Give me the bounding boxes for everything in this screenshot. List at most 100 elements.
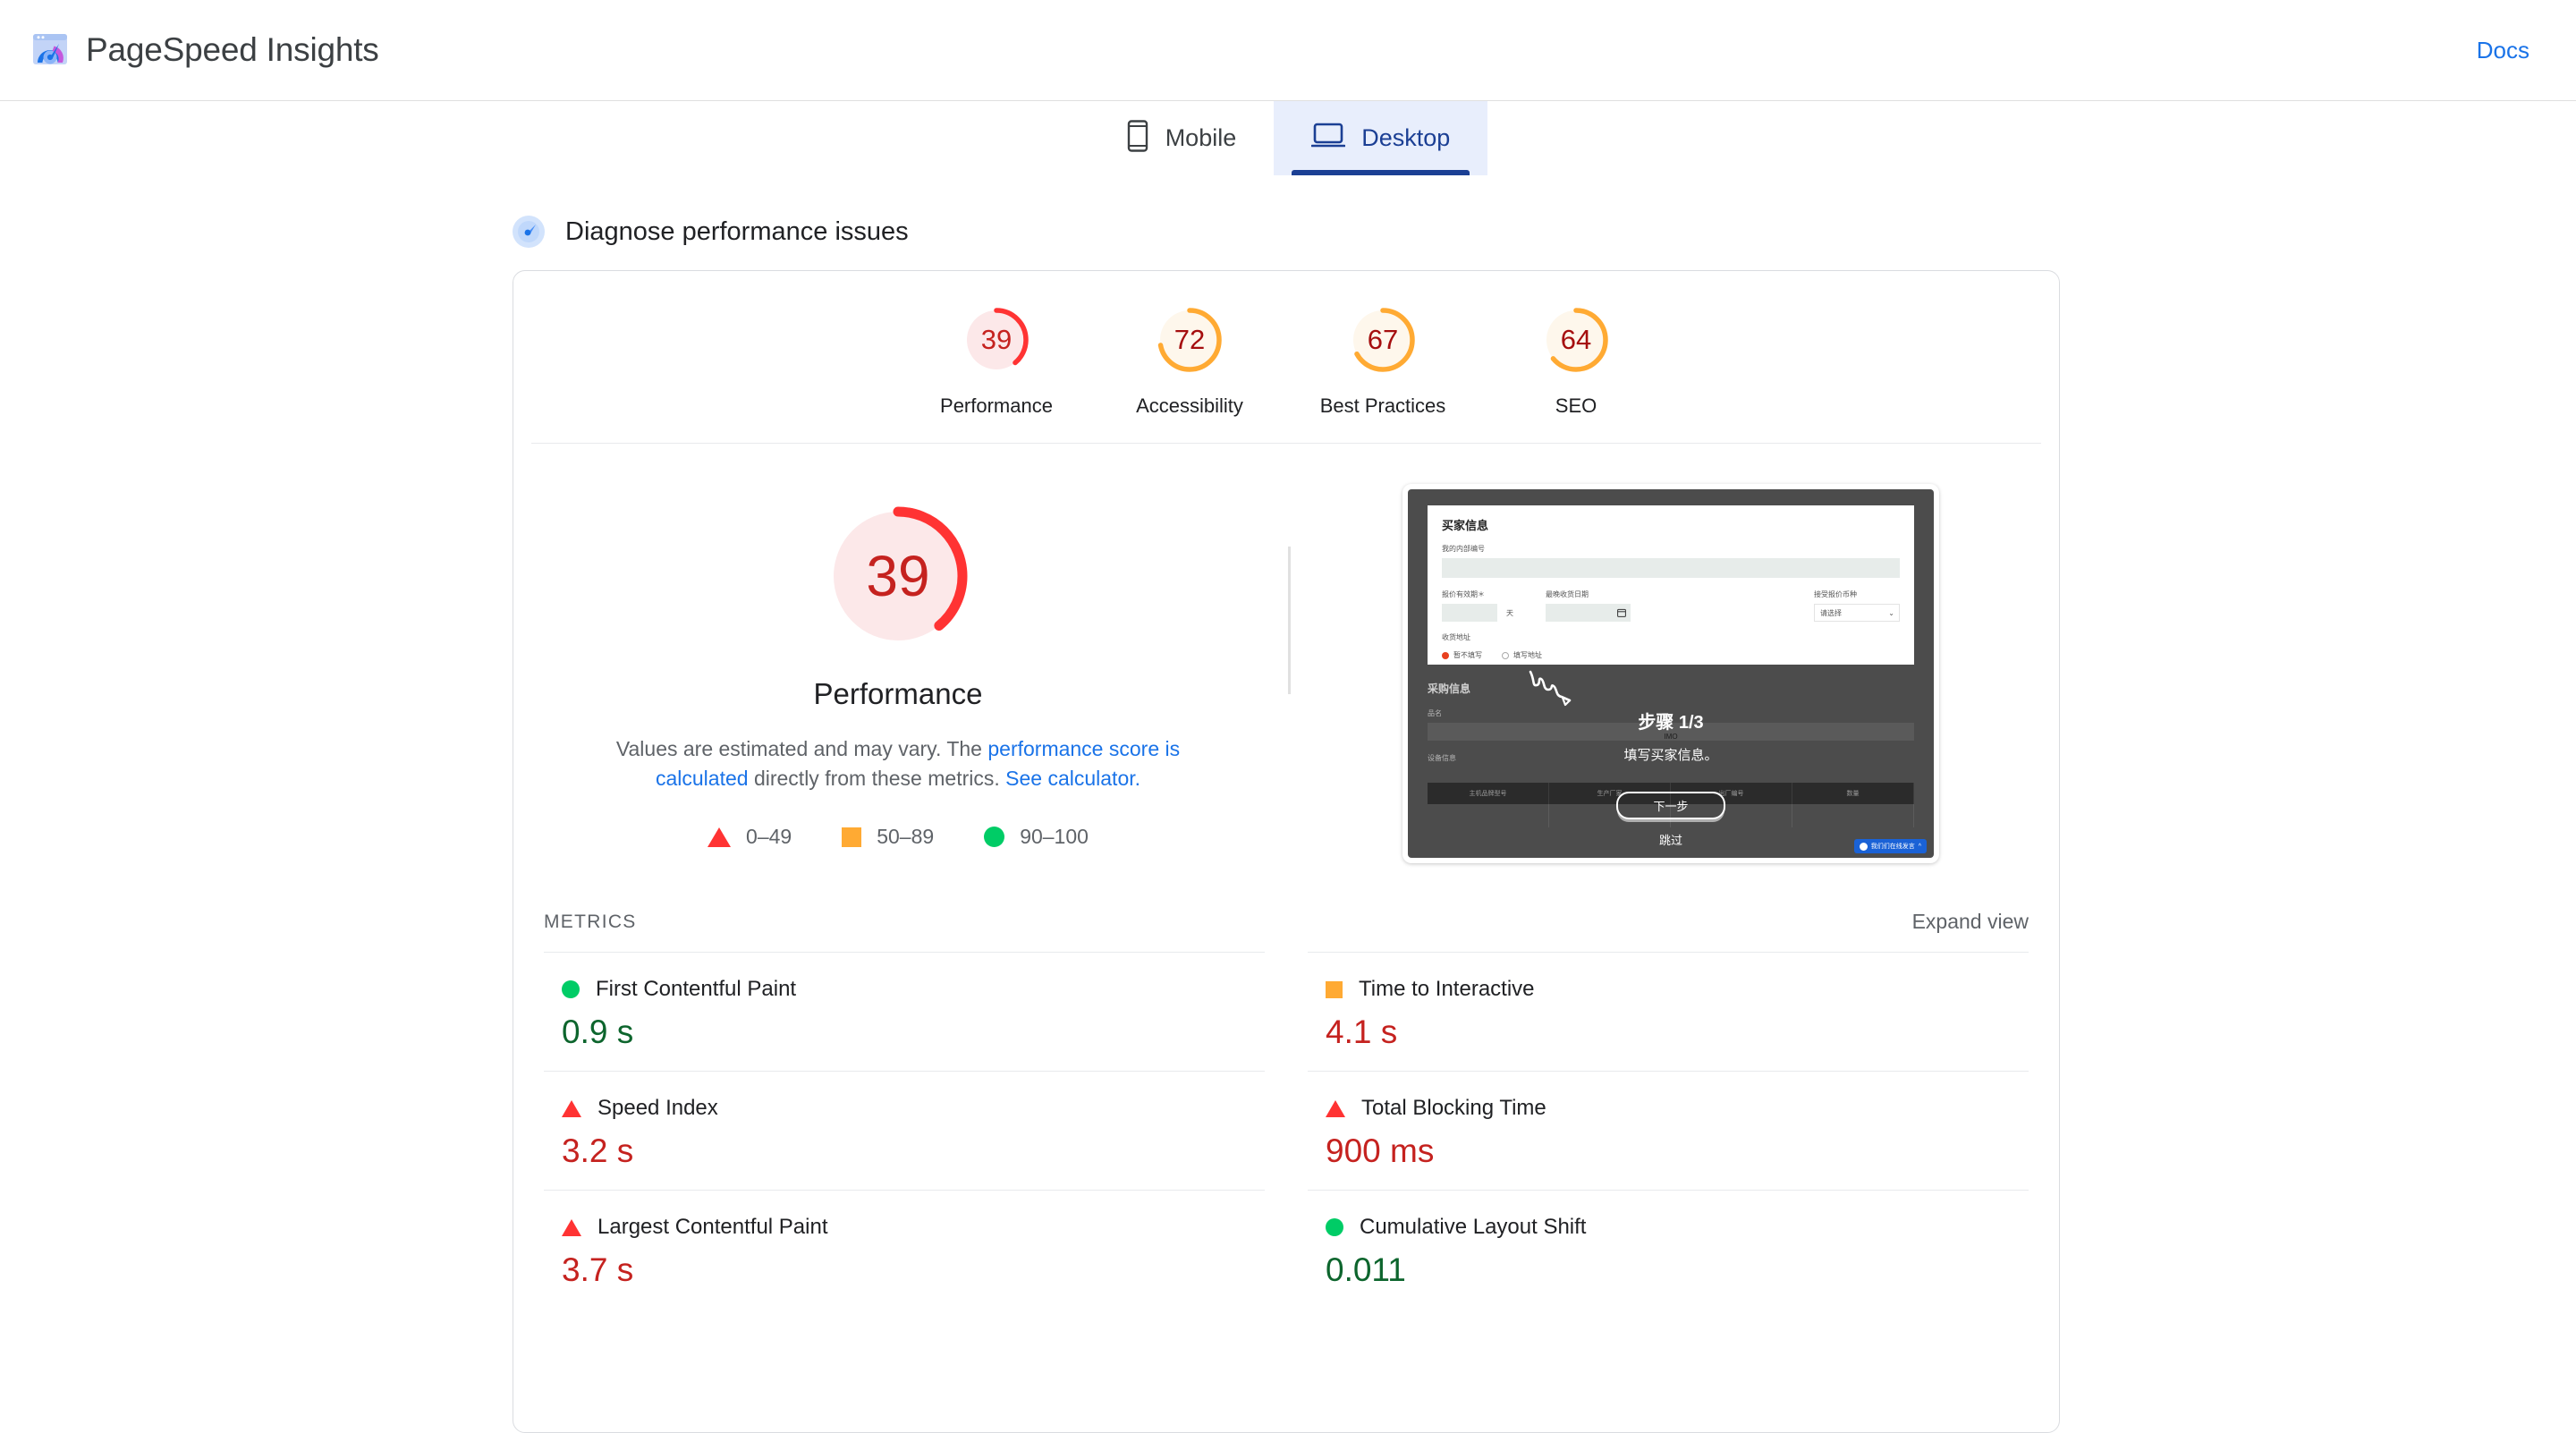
metric-cumulative-layout-shift[interactable]: Cumulative Layout Shift 0.011 — [1308, 1190, 2029, 1309]
chevron-up-icon: ^ — [1919, 844, 1921, 850]
gauge-accessibility-value: 72 — [1155, 305, 1224, 375]
pagespeed-logo-icon — [30, 30, 70, 70]
mock-td-1 — [1428, 804, 1549, 827]
metric-value: 3.7 s — [562, 1251, 1265, 1289]
onboarding-next-button[interactable]: 下一步 — [1616, 792, 1725, 819]
final-screenshot-image: 买家信息 我的内部编号 报价有效期＊ 天 — [1408, 489, 1934, 858]
metric-value: 4.1 s — [1326, 1013, 2029, 1051]
gauge-seo-value: 64 — [1541, 305, 1611, 375]
hero-desc-part2: directly from these metrics. — [749, 767, 1006, 790]
hero-category-label: Performance — [814, 677, 983, 711]
mock-field-group-2: 报价有效期＊ 天 — [1442, 589, 1522, 622]
onboarding-subtext: IMO — [1408, 733, 1934, 741]
metric-time-to-interactive[interactable]: Time to Interactive 4.1 s — [1308, 952, 2029, 1071]
score-legend: 0–49 50–89 90–100 — [708, 825, 1089, 849]
chevron-down-icon: ⌄ — [1888, 609, 1894, 617]
mock-field-label-4: 接受报价币种 — [1814, 589, 1900, 599]
category-scores: 39 Performance 72 Accessibility 67 — [531, 271, 2041, 444]
tab-mobile[interactable]: Mobile — [1089, 101, 1275, 175]
chat-widget-label: 我们们在线发言 — [1871, 842, 1915, 851]
legend-range-good: 90–100 — [1020, 825, 1089, 849]
legend-item-average: 50–89 — [842, 825, 934, 849]
metric-speed-index[interactable]: Speed Index 3.2 s — [544, 1071, 1265, 1190]
circle-icon — [562, 980, 580, 998]
category-score-seo[interactable]: 64 SEO — [1479, 305, 1673, 418]
metric-total-blocking-time[interactable]: Total Blocking Time 900 ms — [1308, 1071, 2029, 1190]
metric-head: Speed Index — [562, 1096, 1265, 1121]
mock-form-card: 买家信息 我的内部编号 报价有效期＊ 天 — [1428, 505, 1914, 665]
mock-lower-title: 采购信息 — [1428, 681, 1914, 696]
metric-first-contentful-paint[interactable]: First Contentful Paint 0.9 s — [544, 952, 1265, 1071]
onboarding-description: 填写买家信息。 — [1408, 745, 1934, 764]
final-screenshot-frame: 买家信息 我的内部编号 报价有效期＊ 天 — [1402, 484, 1939, 863]
mock-select[interactable]: 请选择 ⌄ — [1814, 604, 1900, 622]
brand[interactable]: PageSpeed Insights — [30, 30, 379, 70]
hero-score-panel: 39 Performance Values are estimated and … — [513, 484, 1283, 863]
metric-name: Largest Contentful Paint — [597, 1215, 828, 1240]
metric-value: 900 ms — [1326, 1132, 2029, 1170]
hero-desc-part1: Values are estimated and may vary. The — [616, 737, 987, 760]
category-score-performance[interactable]: 39 Performance — [900, 305, 1093, 418]
triangle-icon — [1326, 1100, 1345, 1117]
metric-name: Cumulative Layout Shift — [1360, 1215, 1586, 1240]
mock-radio-unselected[interactable]: 填写地址 — [1502, 650, 1542, 660]
mock-form-row: 报价有效期＊ 天 最晚收货日期 — [1442, 589, 1900, 622]
category-label-best-practices: Best Practices — [1320, 394, 1446, 418]
hero-score-value: 39 — [822, 500, 974, 652]
see-calculator-link[interactable]: See calculator. — [1005, 767, 1140, 790]
legend-range-average: 50–89 — [877, 825, 934, 849]
metric-head: First Contentful Paint — [562, 977, 1265, 1002]
expand-view-button[interactable]: Expand view — [1912, 910, 2029, 934]
tab-mobile-label: Mobile — [1165, 124, 1237, 152]
radio-on-icon — [1442, 652, 1449, 659]
tab-desktop-label: Desktop — [1361, 124, 1450, 152]
docs-link[interactable]: Docs — [2477, 37, 2529, 64]
lighthouse-dot-icon — [513, 216, 545, 248]
hero-section: 39 Performance Values are estimated and … — [513, 444, 2059, 890]
mock-date-input[interactable] — [1546, 604, 1631, 622]
mock-radio-off-label: 填写地址 — [1513, 650, 1542, 660]
chat-widget-button[interactable]: 我们们在线发言 ^ — [1854, 839, 1927, 853]
metric-name: First Contentful Paint — [596, 977, 796, 1002]
metric-head: Time to Interactive — [1326, 977, 2029, 1002]
onboarding-step-label: 步骤 1/3 — [1408, 708, 1934, 733]
app-header: PageSpeed Insights Docs — [0, 0, 2576, 101]
square-icon — [842, 827, 861, 847]
mock-radio-selected[interactable]: 暂不填写 — [1442, 650, 1482, 660]
category-label-performance: Performance — [940, 394, 1053, 418]
gauge-best-practices-value: 67 — [1348, 305, 1418, 375]
metric-head: Total Blocking Time — [1326, 1096, 2029, 1121]
mock-input-2-suffix: 天 — [1497, 604, 1522, 622]
diagnose-header: Diagnose performance issues — [513, 216, 2576, 248]
category-score-best-practices[interactable]: 67 Best Practices — [1286, 305, 1479, 418]
mock-field-group-4: 接受报价币种 请选择 ⌄ — [1814, 589, 1900, 622]
metric-value: 3.2 s — [562, 1132, 1265, 1170]
metric-largest-contentful-paint[interactable]: Largest Contentful Paint 3.7 s — [544, 1190, 1265, 1309]
mock-input-1[interactable] — [1442, 558, 1900, 578]
laptop-icon — [1311, 123, 1345, 154]
gauge-seo: 64 — [1541, 305, 1611, 375]
tab-active-underline — [1292, 170, 1470, 175]
final-screenshot-panel: 买家信息 我的内部编号 报价有效期＊ 天 — [1283, 484, 2059, 863]
triangle-icon — [708, 827, 731, 847]
gauge-accessibility: 72 — [1155, 305, 1224, 375]
gauge-performance-value: 39 — [962, 305, 1031, 375]
category-score-accessibility[interactable]: 72 Accessibility — [1093, 305, 1286, 418]
mock-radio-group: 暂不填写 填写地址 — [1442, 650, 1900, 660]
mock-select-value: 请选择 — [1820, 608, 1842, 618]
mock-field-label-5: 收货地址 — [1442, 632, 1900, 642]
legend-item-poor: 0–49 — [708, 825, 792, 849]
metrics-grid: First Contentful Paint 0.9 s Time to Int… — [544, 952, 2029, 1309]
gauge-performance-large: 39 — [822, 500, 974, 652]
metric-head: Largest Contentful Paint — [562, 1215, 1265, 1240]
mock-field-label-1: 我的内部编号 — [1442, 544, 1900, 554]
mock-form-title: 买家信息 — [1442, 516, 1900, 533]
metrics-header: METRICS Expand view — [544, 890, 2029, 934]
metric-name: Total Blocking Time — [1361, 1096, 1546, 1121]
mock-th-1: 主机品牌型号 — [1428, 783, 1549, 804]
tab-desktop[interactable]: Desktop — [1274, 101, 1487, 175]
mobile-phone-icon — [1126, 120, 1149, 157]
mock-input-2[interactable] — [1442, 604, 1497, 622]
report-card: 39 Performance 72 Accessibility 67 — [513, 270, 2060, 1433]
metric-name: Speed Index — [597, 1096, 718, 1121]
